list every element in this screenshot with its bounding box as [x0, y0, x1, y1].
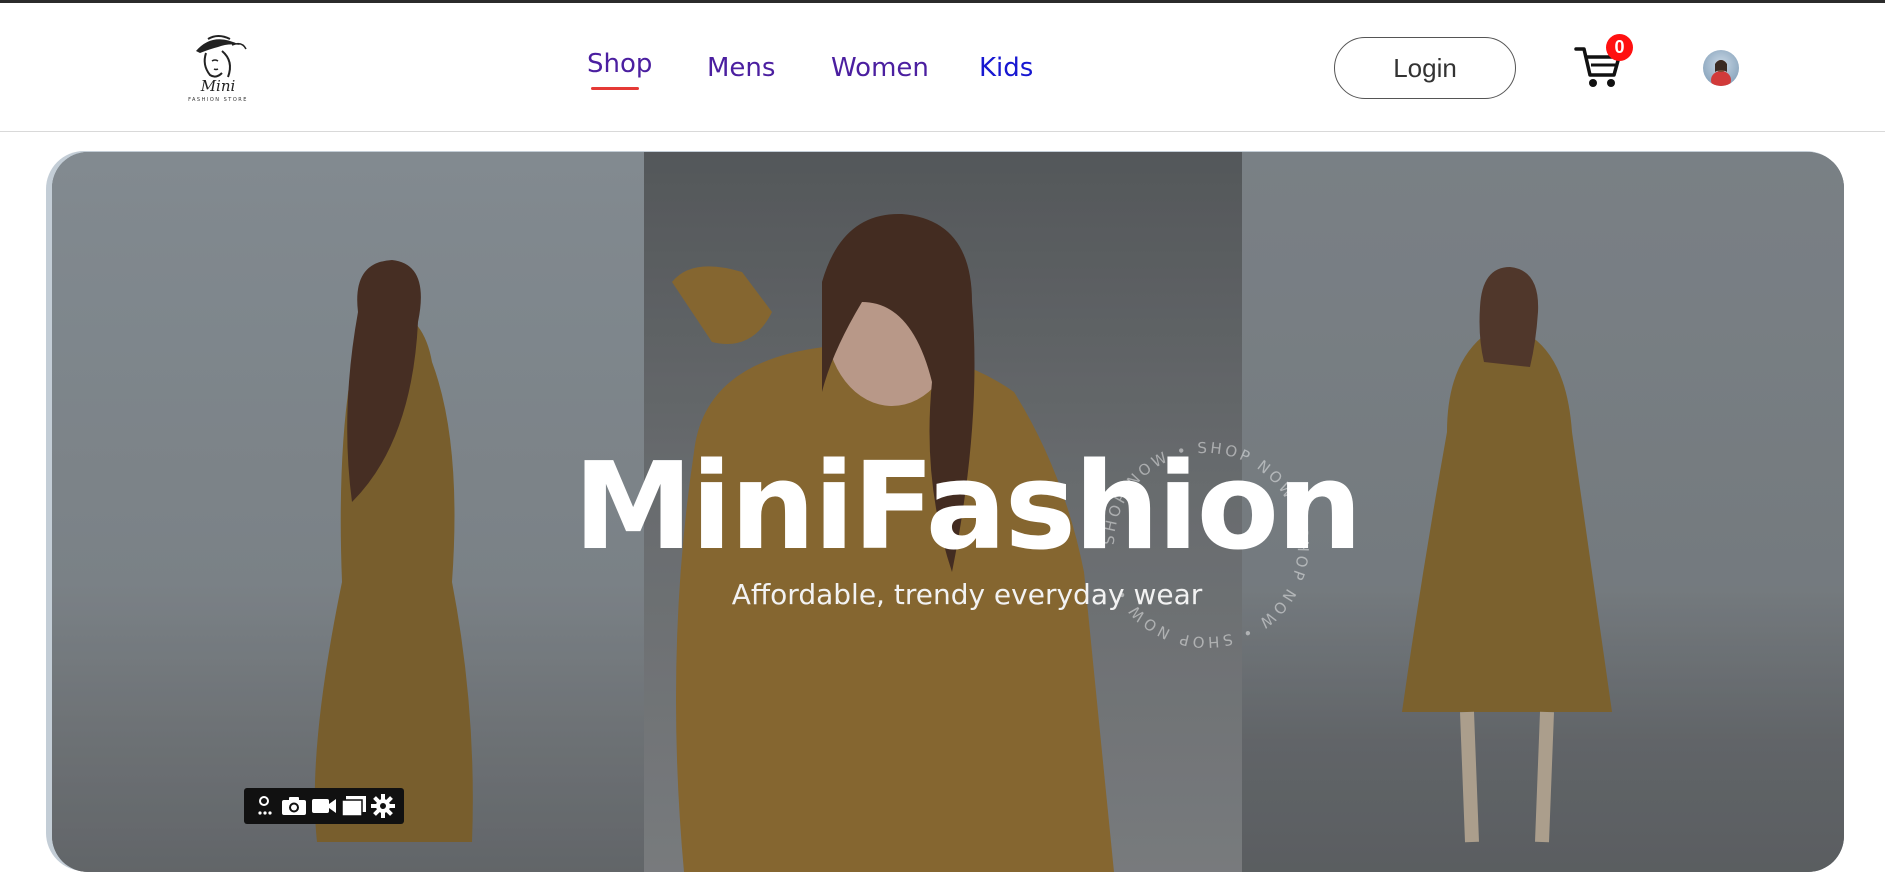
gear-icon[interactable]: [370, 793, 396, 819]
link-icon[interactable]: [252, 793, 278, 819]
nav-kids-label: Kids: [979, 53, 1034, 83]
nav-shop[interactable]: Shop: [587, 49, 653, 90]
login-button[interactable]: Login: [1334, 37, 1516, 99]
brand-logo[interactable]: Mini FASHION STORE: [178, 29, 258, 109]
hero-title: MiniFashion: [573, 438, 1363, 577]
nav-mens-label: Mens: [707, 53, 776, 83]
site-header: Mini FASHION STORE Shop Mens Women Kids …: [0, 3, 1885, 132]
nav-kids[interactable]: Kids: [979, 53, 1033, 83]
avatar-photo: [1711, 60, 1731, 86]
screens-icon[interactable]: [340, 793, 367, 819]
video-icon[interactable]: [311, 793, 337, 819]
nav-women[interactable]: Women: [831, 53, 929, 83]
nav-mens[interactable]: Mens: [707, 53, 775, 83]
logo-subtitle: FASHION STORE: [188, 97, 248, 103]
user-avatar[interactable]: [1703, 50, 1739, 86]
cart-count-badge: 0: [1606, 34, 1633, 61]
nav-women-label: Women: [831, 53, 929, 83]
camera-icon[interactable]: [281, 793, 307, 819]
active-nav-underline: [591, 87, 639, 90]
logo-script-text: Mini: [200, 77, 236, 95]
hero-subtitle: Affordable, trendy everyday wear: [731, 578, 1203, 611]
hat-lady-logo-icon: [196, 35, 247, 78]
capture-toolbar: [244, 788, 404, 824]
nav-shop-label: Shop: [587, 49, 653, 79]
